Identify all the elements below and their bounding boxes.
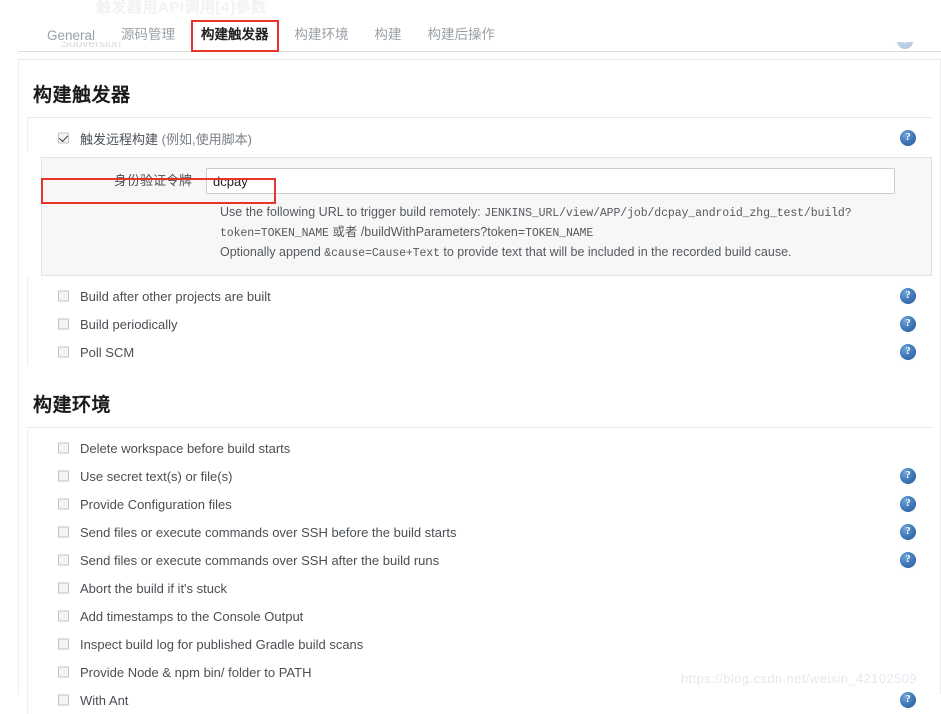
auth-token-help-line-2: token=TOKEN_NAME 或者 /buildWithParameters…	[220, 223, 911, 243]
build-environment-option-row[interactable]: Delete workspace before build starts	[28, 434, 940, 462]
build-environment-option-row[interactable]: Add timestamps to the Console Output	[28, 602, 940, 630]
build-environment-option-checkbox[interactable]	[58, 442, 69, 454]
build-environment-option-checkbox[interactable]	[58, 554, 69, 566]
auth-token-help-line-3: Optionally append &cause=Cause+Text to p…	[220, 243, 911, 263]
build-trigger-option-checkbox[interactable]	[58, 318, 69, 330]
trigger-remote-build-label-main: 触发远程构建	[80, 131, 159, 147]
build-trigger-option-row[interactable]: Build after other projects are built	[28, 282, 940, 310]
build-environment-option-row[interactable]: Provide Node & npm bin/ folder to PATH	[28, 658, 940, 686]
build-trigger-option-checkbox[interactable]	[58, 346, 69, 358]
build-environment-option-label[interactable]: Send files or execute commands over SSH …	[80, 553, 439, 568]
config-content: 构建触发器 触发远程构建 (例如,使用脚本) 身份验证令牌 Use the fo…	[18, 60, 941, 714]
build-environment-option-checkbox[interactable]	[58, 666, 69, 678]
auth-token-help-line-2-token: token=TOKEN_NAME	[220, 227, 329, 240]
auth-token-help-line-3-suffix: to provide text that will be included in…	[443, 245, 792, 259]
build-environment-option-label[interactable]: Send files or execute commands over SSH …	[80, 525, 456, 540]
help-icon[interactable]	[900, 467, 916, 484]
help-icon[interactable]	[900, 129, 916, 146]
tab-label: 构建环境	[294, 27, 349, 42]
build-environment-title: 构建环境	[33, 395, 112, 416]
trigger-remote-build-label-note: (例如,使用脚本)	[161, 131, 252, 147]
help-icon[interactable]	[900, 315, 916, 332]
build-environment-option-label[interactable]: Use secret text(s) or file(s)	[80, 469, 232, 484]
build-trigger-options: Build after other projects are built Buil…	[27, 276, 940, 366]
build-environment-option-checkbox[interactable]	[58, 470, 69, 482]
trigger-remote-build-row[interactable]: 触发远程构建 (例如,使用脚本)	[28, 124, 940, 152]
trigger-remote-build-checkbox[interactable]	[58, 132, 69, 144]
build-environment-option-checkbox[interactable]	[58, 610, 69, 622]
auth-token-help-line-2-mid: 或者	[332, 225, 358, 239]
build-trigger-option-label[interactable]: Build periodically	[80, 317, 178, 332]
tab-label: General	[47, 28, 96, 43]
auth-token-panel: 身份验证令牌 Use the following URL to trigger …	[41, 157, 932, 276]
tab-label: 构建触发器	[201, 27, 269, 42]
help-icon[interactable]	[897, 42, 913, 49]
build-environment-options: Delete workspace before build starts Use …	[27, 428, 940, 714]
cut-off-row: Subversion	[18, 42, 941, 58]
help-icon[interactable]	[900, 691, 916, 708]
auth-token-help-line-1-url: JENKINS_URL/view/APP/job/dcpay_android_z…	[484, 207, 852, 220]
cut-off-row-help	[897, 42, 913, 49]
auth-token-help-line-2-tail: TOKEN_NAME	[525, 227, 594, 240]
trigger-remote-build-label[interactable]: 触发远程构建 (例如,使用脚本)	[80, 129, 252, 148]
build-environment-option-row[interactable]: Send files or execute commands over SSH …	[28, 518, 940, 546]
help-icon[interactable]	[900, 551, 916, 568]
build-environment-option-row[interactable]: Abort the build if it's stuck	[28, 574, 940, 602]
build-trigger-option-row[interactable]: Build periodically	[28, 310, 940, 338]
build-triggers-rows: 触发远程构建 (例如,使用脚本)	[27, 118, 940, 152]
help-icon[interactable]	[900, 495, 916, 512]
build-environment-option-checkbox[interactable]	[58, 638, 69, 650]
build-environment-option-label[interactable]: Delete workspace before build starts	[80, 441, 290, 456]
build-trigger-option-label[interactable]: Poll SCM	[80, 345, 134, 360]
build-environment-option-checkbox[interactable]	[58, 694, 69, 706]
help-icon[interactable]	[900, 523, 916, 540]
build-trigger-option-row[interactable]: Poll SCM	[28, 338, 940, 366]
tab-label: 构建后操作	[427, 27, 496, 42]
tab-label: 构建	[374, 27, 402, 42]
build-environment-option-label[interactable]: Add timestamps to the Console Output	[80, 609, 303, 624]
build-environment-option-row[interactable]: With Ant	[28, 686, 940, 714]
build-environment-option-label[interactable]: With Ant	[80, 693, 128, 708]
auth-token-help-line-1: Use the following URL to trigger build r…	[220, 203, 911, 223]
help-icon[interactable]	[900, 343, 916, 360]
build-environment-option-checkbox[interactable]	[58, 582, 69, 594]
auth-token-help-line-3-prefix: Optionally append	[220, 245, 321, 259]
auth-token-label: 身份验证令牌	[113, 173, 192, 188]
build-environment-option-checkbox[interactable]	[58, 526, 69, 538]
build-environment-option-label[interactable]: Provide Configuration files	[80, 497, 232, 512]
cut-off-row-label: Subversion	[61, 42, 122, 50]
auth-token-help-line-1-prefix: Use the following URL to trigger build r…	[220, 205, 481, 219]
build-trigger-option-label[interactable]: Build after other projects are built	[80, 289, 271, 304]
auth-token-row: 身份验证令牌	[42, 168, 931, 194]
build-environment-option-row[interactable]: Provide Configuration files	[28, 490, 940, 518]
help-icon[interactable]	[900, 287, 916, 304]
auth-token-help-line-2-alt: /buildWithParameters?token=	[360, 225, 526, 239]
auth-token-field-wrap	[206, 168, 931, 194]
build-trigger-option-checkbox[interactable]	[58, 290, 69, 302]
auth-token-help-text: Use the following URL to trigger build r…	[220, 194, 931, 263]
build-environment-option-row[interactable]: Inspect build log for published Gradle b…	[28, 630, 940, 658]
tab-label: 源码管理	[121, 27, 176, 42]
build-environment-option-row[interactable]: Use secret text(s) or file(s)	[28, 462, 940, 490]
auth-token-help-line-3-param: &cause=Cause+Text	[324, 247, 440, 260]
build-triggers-title: 构建触发器	[33, 85, 131, 106]
build-environment-option-label[interactable]: Provide Node & npm bin/ folder to PATH	[80, 665, 311, 680]
page-ghost-title: 触发器用API调用[4]参数	[96, 0, 267, 16]
auth-token-input[interactable]	[206, 168, 895, 194]
build-environment-option-row[interactable]: Send files or execute commands over SSH …	[28, 546, 940, 574]
build-environment-option-label[interactable]: Inspect build log for published Gradle b…	[80, 637, 363, 652]
build-environment-option-checkbox[interactable]	[58, 498, 69, 510]
build-environment-option-label[interactable]: Abort the build if it's stuck	[80, 581, 227, 596]
